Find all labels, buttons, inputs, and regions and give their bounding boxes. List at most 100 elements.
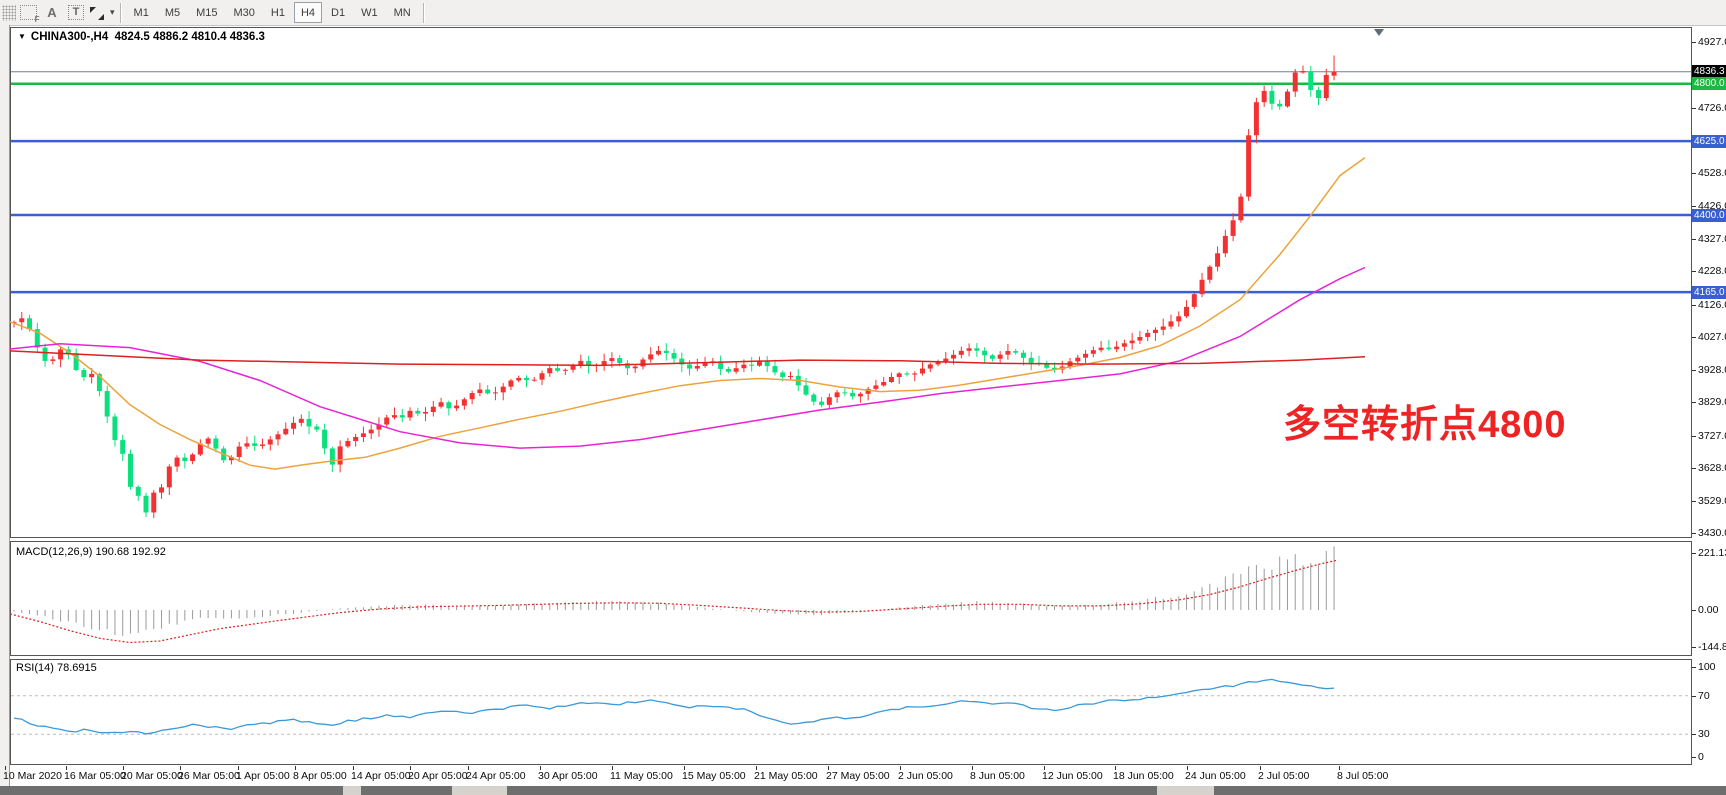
price-tick bbox=[1692, 239, 1696, 240]
text-a-icon[interactable]: A bbox=[41, 3, 63, 23]
grid-f-label: F bbox=[35, 15, 40, 24]
time-label: 15 May 05:00 bbox=[682, 770, 746, 782]
price-tick-label: 4027.0 bbox=[1698, 331, 1726, 343]
timeframe-button-D1[interactable]: D1 bbox=[324, 2, 352, 23]
chart-menu-triangle-icon[interactable]: ▼ bbox=[18, 32, 26, 41]
rsi-indicator-pane[interactable] bbox=[10, 659, 1692, 765]
price-tick bbox=[1692, 501, 1696, 502]
price-tick bbox=[1692, 468, 1696, 469]
time-label: 1 Apr 05:00 bbox=[236, 770, 290, 782]
time-label: 10 Mar 2020 bbox=[3, 770, 62, 782]
time-label: 16 Mar 05:00 bbox=[64, 770, 126, 782]
macd-tick-label: 0.00 bbox=[1698, 604, 1718, 616]
price-tick-label: 4126.0 bbox=[1698, 299, 1726, 311]
price-tick bbox=[1692, 533, 1696, 534]
price-tick-label: 3628.0 bbox=[1698, 462, 1726, 474]
rsi-tick-label: 0 bbox=[1698, 751, 1704, 763]
price-tick-label: 3928.0 bbox=[1698, 364, 1726, 376]
timeframe-button-H4[interactable]: H4 bbox=[294, 2, 322, 23]
time-label: 2 Jun 05:00 bbox=[898, 770, 953, 782]
price-tick-label: 4327.0 bbox=[1698, 233, 1726, 245]
window-tabs-strip[interactable] bbox=[0, 786, 1726, 795]
toolbar: F A T ▾ M1M5M15M30H1H4D1W1MN bbox=[0, 0, 1726, 26]
price-tick-label: 3529.0 bbox=[1698, 495, 1726, 507]
macd-tick-label: -144.84 bbox=[1698, 641, 1726, 653]
price-tick bbox=[1692, 305, 1696, 306]
price-tick-label: 3829.0 bbox=[1698, 396, 1726, 408]
tab-segment[interactable] bbox=[1157, 786, 1214, 795]
toolbar-separator bbox=[120, 3, 122, 23]
price-tick bbox=[1692, 42, 1696, 43]
price-tick-label: 3727.0 bbox=[1698, 430, 1726, 442]
price-tick-label: 4726.0 bbox=[1698, 102, 1726, 114]
text-a-label: A bbox=[47, 5, 56, 20]
price-tick bbox=[1692, 206, 1696, 207]
price-tick bbox=[1692, 370, 1696, 371]
time-label: 30 Apr 05:00 bbox=[538, 770, 598, 782]
time-label: 24 Jun 05:00 bbox=[1185, 770, 1246, 782]
dotted-box-icon: F bbox=[20, 5, 37, 20]
diagonal-arrows-icon bbox=[89, 6, 107, 20]
time-label: 12 Jun 05:00 bbox=[1042, 770, 1103, 782]
text-t-icon[interactable]: T bbox=[65, 3, 87, 23]
macd-tick bbox=[1692, 647, 1696, 648]
time-label: 21 May 05:00 bbox=[754, 770, 818, 782]
time-label: 8 Jul 05:00 bbox=[1337, 770, 1388, 782]
timeframe-button-M15[interactable]: M15 bbox=[189, 2, 224, 23]
timeframe-button-M5[interactable]: M5 bbox=[158, 2, 187, 23]
symbol-timeframe-label: CHINA300-,H4 bbox=[31, 31, 108, 43]
chart-annotation-text: 多空转折点4800 bbox=[1283, 393, 1567, 448]
toolbar-separator bbox=[423, 3, 425, 23]
rsi-label: RSI(14) 78.6915 bbox=[16, 662, 97, 674]
price-badge-4625.0: 4625.0 bbox=[1692, 135, 1726, 148]
time-label: 18 Jun 05:00 bbox=[1113, 770, 1174, 782]
rsi-tick bbox=[1692, 734, 1696, 735]
chevron-down-icon[interactable]: ▾ bbox=[110, 7, 115, 18]
timeframe-button-W1[interactable]: W1 bbox=[354, 2, 385, 23]
time-label: 27 May 05:00 bbox=[826, 770, 890, 782]
price-badge-4400.0: 4400.0 bbox=[1692, 209, 1726, 222]
tab-segment[interactable] bbox=[343, 786, 361, 795]
macd-label: MACD(12,26,9) 190.68 192.92 bbox=[16, 546, 166, 558]
time-label: 2 Jul 05:00 bbox=[1258, 770, 1309, 782]
macd-indicator-pane[interactable] bbox=[10, 541, 1692, 656]
timeframe-button-MN[interactable]: MN bbox=[387, 2, 418, 23]
rsi-tick bbox=[1692, 757, 1696, 758]
window-left-edge bbox=[0, 25, 10, 786]
grid-f-icon[interactable]: F bbox=[17, 3, 39, 23]
price-tick bbox=[1692, 337, 1696, 338]
price-tick-label: 3430.0 bbox=[1698, 527, 1726, 539]
price-tick-label: 4528.0 bbox=[1698, 167, 1726, 179]
chart-title: ▼ CHINA300-,H4 4824.5 4886.2 4810.4 4836.… bbox=[18, 31, 265, 43]
price-badge-4165.0: 4165.0 bbox=[1692, 286, 1726, 299]
arrow-tools-icon[interactable]: ▾ bbox=[89, 3, 115, 23]
timeframe-button-M1[interactable]: M1 bbox=[127, 2, 156, 23]
time-label: 20 Mar 05:00 bbox=[121, 770, 183, 782]
time-label: 8 Jun 05:00 bbox=[970, 770, 1025, 782]
price-tick bbox=[1692, 402, 1696, 403]
rsi-tick bbox=[1692, 667, 1696, 668]
tab-segment[interactable] bbox=[452, 786, 507, 795]
toolbar-drag-handle[interactable] bbox=[2, 5, 16, 21]
timeframe-button-M30[interactable]: M30 bbox=[227, 2, 262, 23]
chart-shift-marker-icon[interactable] bbox=[1374, 29, 1384, 36]
price-tick bbox=[1692, 173, 1696, 174]
macd-tick bbox=[1692, 610, 1696, 611]
price-tick bbox=[1692, 271, 1696, 272]
rsi-tick-label: 30 bbox=[1698, 728, 1710, 740]
timeframe-button-H1[interactable]: H1 bbox=[264, 2, 292, 23]
time-label: 26 Mar 05:00 bbox=[178, 770, 240, 782]
timeframe-group: M1M5M15M30H1H4D1W1MN bbox=[126, 2, 419, 23]
time-label: 20 Apr 05:00 bbox=[408, 770, 468, 782]
price-tick-label: 4228.0 bbox=[1698, 265, 1726, 277]
time-label: 11 May 05:00 bbox=[610, 770, 673, 782]
main-chart-pane[interactable] bbox=[10, 27, 1692, 538]
time-label: 24 Apr 05:00 bbox=[466, 770, 526, 782]
price-tick-label: 4927.0 bbox=[1698, 36, 1726, 48]
rsi-tick-label: 70 bbox=[1698, 690, 1710, 702]
macd-tick bbox=[1692, 553, 1696, 554]
time-label: 14 Apr 05:00 bbox=[351, 770, 411, 782]
ohlc-values: 4824.5 4886.2 4810.4 4836.3 bbox=[115, 31, 265, 43]
boxed-t-icon: T bbox=[68, 5, 84, 20]
rsi-tick-label: 100 bbox=[1698, 661, 1716, 673]
